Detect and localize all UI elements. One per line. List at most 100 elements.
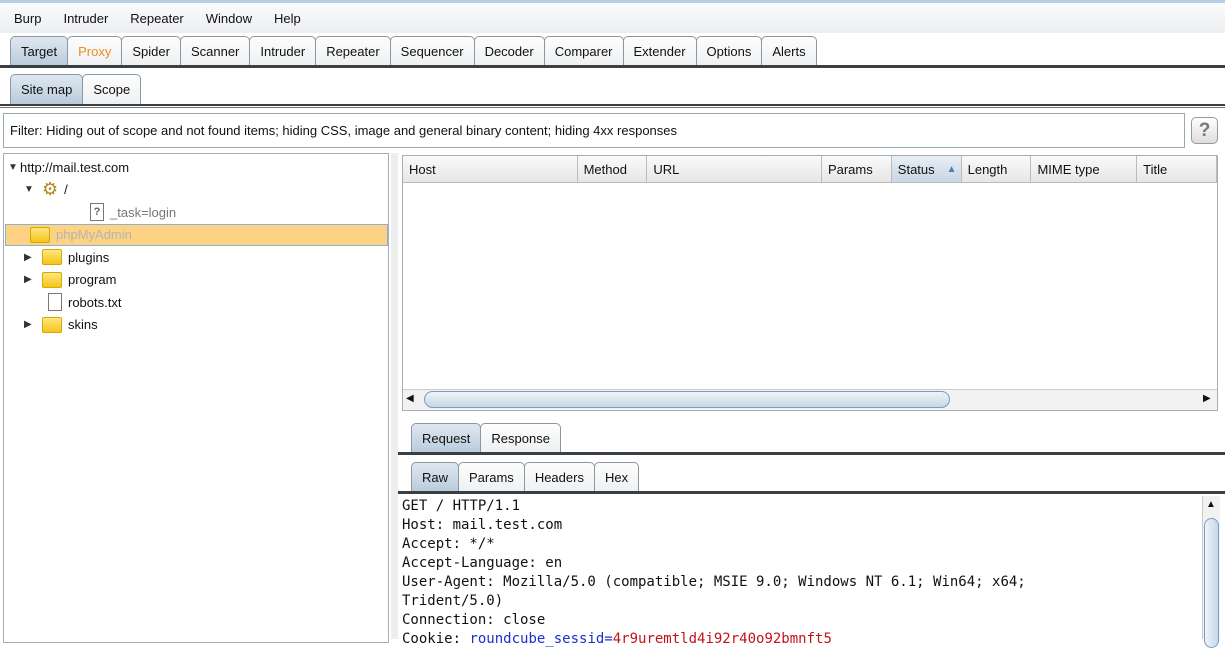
request-response-tabs: Request Response: [411, 423, 561, 453]
file-icon: [48, 293, 62, 311]
divider: [398, 491, 1225, 494]
tab-params[interactable]: Params: [458, 462, 525, 492]
target-sub-tabs: Site map Scope: [10, 74, 142, 104]
menu-bar: Burp Intruder Repeater Window Help: [0, 3, 1225, 33]
request-line: Trident/5.0): [402, 593, 504, 609]
menu-intruder[interactable]: Intruder: [63, 11, 108, 26]
unknown-file-icon: ?: [90, 203, 104, 221]
column-label: Length: [967, 161, 1008, 177]
tree-node[interactable]: ▶ skins: [24, 314, 98, 336]
filter-bar[interactable]: Filter: Hiding out of scope and not foun…: [3, 113, 1185, 148]
tab-hex[interactable]: Hex: [593, 462, 640, 492]
collapse-icon[interactable]: ▼: [8, 162, 20, 173]
expand-icon[interactable]: ▶: [24, 319, 36, 330]
tab-spider[interactable]: Spider: [121, 36, 181, 66]
collapse-icon[interactable]: ▼: [24, 184, 36, 195]
divider: [398, 452, 1225, 455]
tab-response[interactable]: Response: [480, 423, 561, 453]
help-button[interactable]: ?: [1191, 117, 1218, 144]
menu-repeater[interactable]: Repeater: [130, 11, 183, 26]
request-line: GET / HTTP/1.1: [402, 498, 521, 514]
tree-node-label: /: [64, 182, 68, 197]
column-label: Title: [1143, 161, 1168, 177]
menu-burp[interactable]: Burp: [14, 11, 41, 26]
tree-node-label: skins: [68, 317, 98, 332]
column-label: Host: [409, 161, 436, 177]
column-label: Status: [897, 161, 935, 177]
scroll-right-icon[interactable]: ▶: [1203, 393, 1211, 404]
tab-request[interactable]: Request: [411, 423, 482, 453]
folder-icon: [42, 316, 62, 333]
tree-node-label: phpMyAdmin: [56, 227, 132, 242]
message-view-tabs: Raw Params Headers Hex: [411, 462, 640, 492]
tab-scope[interactable]: Scope: [82, 74, 142, 104]
menu-window[interactable]: Window: [206, 11, 252, 26]
site-map-table: Host Method URL Params Status ▲ Length MIME typ…: [402, 155, 1218, 411]
vertical-scrollbar[interactable]: ▲: [1202, 496, 1220, 648]
tab-decoder[interactable]: Decoder: [473, 36, 545, 66]
scrollbar-thumb[interactable]: [1204, 518, 1219, 648]
tab-sequencer[interactable]: Sequencer: [389, 36, 475, 66]
column-header-host[interactable]: Host: [403, 156, 578, 182]
tree-node[interactable]: ? _task=login: [44, 201, 176, 223]
tab-options[interactable]: Options: [695, 36, 763, 66]
tab-scanner[interactable]: Scanner: [179, 36, 251, 66]
tree-node-label: robots.txt: [68, 294, 122, 310]
request-editor[interactable]: GET / HTTP/1.1 Host: mail.test.com Accept:…: [402, 496, 1202, 647]
request-line: Host: mail.test.com: [402, 517, 563, 533]
scroll-up-icon[interactable]: ▲: [1206, 499, 1216, 510]
tree-node[interactable]: ▼ ⚙ /: [24, 179, 68, 201]
tree-node-label: program: [68, 272, 117, 287]
request-line: Accept: */*: [402, 536, 495, 552]
pane-splitter[interactable]: [391, 153, 398, 639]
scroll-left-icon[interactable]: ◀: [406, 393, 414, 404]
tree-node[interactable]: ▼ http://mail.test.com: [8, 156, 129, 178]
folder-icon: [42, 249, 62, 265]
column-label: Method: [583, 161, 627, 177]
request-line: Connection: close: [402, 612, 546, 628]
tree-node[interactable]: robots.txt: [24, 291, 121, 313]
folder-icon: [30, 226, 50, 243]
request-line: Accept-Language: en: [402, 555, 563, 571]
column-header-mime-type[interactable]: MIME type: [1031, 156, 1138, 182]
column-label: URL: [653, 161, 680, 177]
scrollbar-thumb[interactable]: [424, 391, 950, 408]
divider: [0, 65, 1225, 68]
tree-node[interactable]: ▶ program: [24, 269, 116, 291]
tree-node-label: _task=login: [110, 204, 177, 220]
expand-icon[interactable]: ▶: [24, 274, 36, 285]
tree-node[interactable]: ▶ plugins: [24, 246, 109, 268]
tab-repeater[interactable]: Repeater: [315, 36, 391, 66]
tab-raw[interactable]: Raw: [411, 462, 460, 492]
table-header: Host Method URL Params Status ▲ Length MIME typ…: [403, 156, 1217, 183]
tab-comparer[interactable]: Comparer: [543, 36, 624, 66]
column-header-length[interactable]: Length: [962, 156, 1032, 182]
tab-proxy[interactable]: Proxy: [67, 36, 123, 66]
tree-node[interactable]: phpMyAdmin: [5, 223, 388, 246]
tab-target[interactable]: Target: [10, 36, 69, 66]
tab-headers[interactable]: Headers: [523, 462, 595, 492]
column-header-method[interactable]: Method: [578, 156, 648, 182]
cookie-line: Cookie: roundcube_sessid=4r9uremtld4i92r…: [402, 631, 832, 647]
folder-icon: [42, 271, 62, 288]
column-header-url[interactable]: URL: [647, 156, 822, 182]
column-label: Params: [827, 161, 873, 177]
expand-icon[interactable]: ▶: [24, 252, 36, 263]
gear-icon: ⚙: [42, 179, 59, 199]
tab-alerts[interactable]: Alerts: [761, 36, 817, 66]
divider: [0, 104, 1225, 108]
tree-node-label: http://mail.test.com: [20, 159, 130, 175]
tree-node-label: plugins: [68, 249, 110, 265]
column-header-title[interactable]: Title: [1137, 156, 1217, 182]
request-line: User-Agent: Mozilla/5.0 (compatible; MSI…: [402, 574, 1026, 590]
main-tabs: Target Proxy Spider Scanner Intruder Repeater…: [10, 36, 817, 66]
column-header-status[interactable]: Status ▲: [891, 156, 962, 182]
site-map-tree: ▼ http://mail.test.com ▼ ⚙ /? _task=login phpM…: [3, 153, 389, 643]
sort-ascending-icon: ▲: [946, 163, 957, 175]
menu-help[interactable]: Help: [274, 11, 301, 26]
tab-extender[interactable]: Extender: [622, 36, 697, 66]
tab-intruder[interactable]: Intruder: [249, 36, 317, 66]
column-label: MIME type: [1037, 161, 1100, 177]
tab-site-map[interactable]: Site map: [10, 74, 84, 104]
column-header-params[interactable]: Params: [822, 156, 892, 182]
